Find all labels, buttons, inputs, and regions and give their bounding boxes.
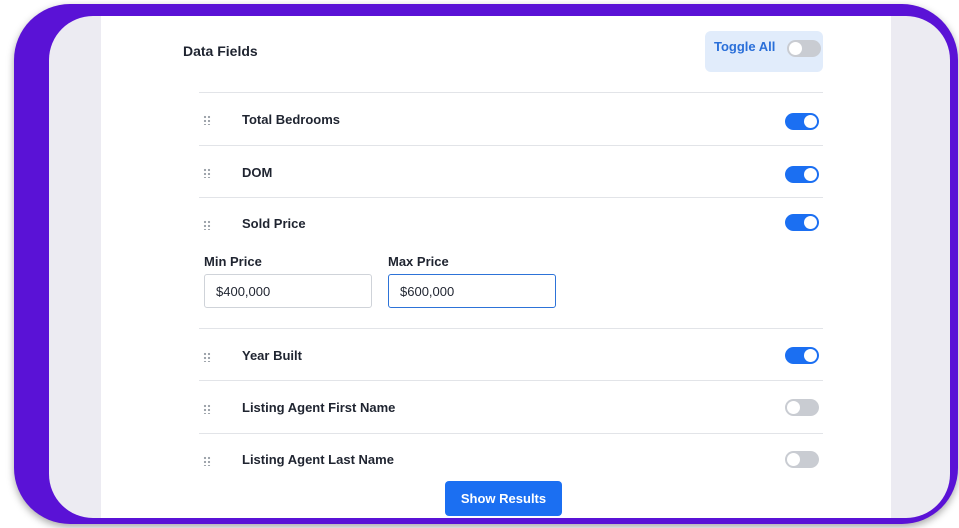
field-toggle-listing-agent-first-name[interactable]: [785, 399, 819, 416]
drag-handle-icon[interactable]: [203, 352, 211, 362]
field-toggle-year-built[interactable]: [785, 347, 819, 364]
data-fields-panel: Data Fields Toggle All Total Bedrooms DO…: [101, 16, 891, 518]
field-label: Total Bedrooms: [242, 112, 340, 127]
panel-title: Data Fields: [183, 43, 258, 59]
drag-handle-icon[interactable]: [203, 456, 211, 466]
divider: [199, 380, 823, 381]
drag-handle-icon[interactable]: [203, 404, 211, 414]
divider: [199, 145, 823, 146]
divider: [199, 92, 823, 93]
screen: Data Fields Toggle All Total Bedrooms DO…: [49, 16, 950, 518]
drag-handle-icon[interactable]: [203, 220, 211, 230]
min-price-label: Min Price: [204, 254, 262, 269]
device-frame: Data Fields Toggle All Total Bedrooms DO…: [14, 4, 958, 524]
divider: [199, 328, 823, 329]
drag-handle-icon[interactable]: [203, 168, 211, 178]
field-toggle-dom[interactable]: [785, 166, 819, 183]
field-label: Listing Agent Last Name: [242, 452, 394, 467]
field-label: Year Built: [242, 348, 302, 363]
divider: [199, 433, 823, 434]
divider: [199, 197, 823, 198]
field-label: Sold Price: [242, 216, 306, 231]
toggle-all-label: Toggle All: [714, 39, 776, 54]
max-price-input[interactable]: [388, 274, 556, 308]
field-toggle-sold-price[interactable]: [785, 214, 819, 231]
drag-handle-icon[interactable]: [203, 115, 211, 125]
max-price-label: Max Price: [388, 254, 449, 269]
field-label: Listing Agent First Name: [242, 400, 396, 415]
min-price-input[interactable]: [204, 274, 372, 308]
show-results-button[interactable]: Show Results: [445, 481, 562, 516]
field-label: DOM: [242, 165, 273, 180]
field-toggle-total-bedrooms[interactable]: [785, 113, 819, 130]
field-toggle-listing-agent-last-name[interactable]: [785, 451, 819, 468]
toggle-all-switch[interactable]: [787, 40, 821, 57]
toggle-all-control[interactable]: Toggle All: [705, 31, 823, 72]
